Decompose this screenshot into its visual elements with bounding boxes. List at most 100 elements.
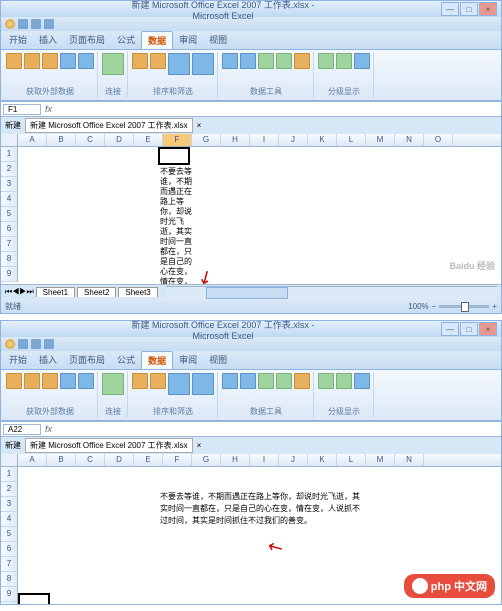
tab-layout[interactable]: 页面布局 xyxy=(63,351,111,369)
row-header[interactable]: 2 xyxy=(1,162,17,177)
web-icon[interactable] xyxy=(24,373,40,389)
office-button-icon[interactable] xyxy=(5,19,15,29)
sort-az-icon[interactable] xyxy=(132,373,148,389)
tab-view[interactable]: 视图 xyxy=(203,31,233,49)
minimize-button[interactable]: — xyxy=(441,322,459,336)
col-header[interactable]: M xyxy=(366,454,395,466)
col-header[interactable]: O xyxy=(424,134,453,146)
filter-icon[interactable] xyxy=(192,53,214,75)
undo-icon[interactable] xyxy=(31,19,41,29)
zoom-in-button[interactable]: + xyxy=(492,302,497,311)
close-button[interactable]: × xyxy=(479,322,497,336)
row-header[interactable]: 9 xyxy=(1,267,17,282)
subtotal-icon[interactable] xyxy=(354,53,370,69)
active-cell[interactable] xyxy=(158,147,190,165)
col-header[interactable]: K xyxy=(308,454,337,466)
row-header[interactable]: 1 xyxy=(1,147,17,162)
row-header[interactable]: 6 xyxy=(1,542,17,557)
dedupe-icon[interactable] xyxy=(240,53,256,69)
redo-icon[interactable] xyxy=(44,339,54,349)
col-header-selected[interactable]: F xyxy=(163,134,192,146)
row-header[interactable]: 5 xyxy=(1,207,17,222)
filter-icon[interactable] xyxy=(192,373,214,395)
close-button[interactable]: × xyxy=(479,2,497,16)
active-cell[interactable] xyxy=(18,593,50,604)
col-header[interactable]: N xyxy=(395,454,424,466)
row-header[interactable]: 5 xyxy=(1,527,17,542)
sheet-tab[interactable]: Sheet2 xyxy=(77,287,116,297)
row-header[interactable]: 1 xyxy=(1,467,17,482)
fx-icon[interactable]: fx xyxy=(45,424,52,434)
tab-formula[interactable]: 公式 xyxy=(111,31,141,49)
dedupe-icon[interactable] xyxy=(240,373,256,389)
ungroup-icon[interactable] xyxy=(336,373,352,389)
col-header[interactable]: J xyxy=(279,134,308,146)
row-header[interactable]: 2 xyxy=(1,482,17,497)
col-header[interactable]: G xyxy=(192,454,221,466)
row-header[interactable]: 3 xyxy=(1,177,17,192)
existing-conn-icon[interactable] xyxy=(78,53,94,69)
sort-icon[interactable] xyxy=(168,53,190,75)
ungroup-icon[interactable] xyxy=(336,53,352,69)
sort-az-icon[interactable] xyxy=(132,53,148,69)
col-header[interactable]: E xyxy=(134,454,163,466)
col-header[interactable]: K xyxy=(308,134,337,146)
zoom-out-button[interactable]: − xyxy=(432,302,437,311)
tab-review[interactable]: 审阅 xyxy=(173,31,203,49)
select-all-corner[interactable] xyxy=(1,454,18,466)
col-header[interactable]: M xyxy=(366,134,395,146)
access-icon[interactable] xyxy=(6,373,22,389)
row-header[interactable]: 8 xyxy=(1,572,17,587)
spreadsheet-grid[interactable]: A B C D E F G H I J K L M N O 1 2 3 4 5 … xyxy=(1,134,501,284)
col-header[interactable]: L xyxy=(337,454,366,466)
row-header[interactable]: 8 xyxy=(1,252,17,267)
tab-insert[interactable]: 插入 xyxy=(33,351,63,369)
refresh-icon[interactable] xyxy=(102,373,124,395)
tab-insert[interactable]: 插入 xyxy=(33,31,63,49)
refresh-icon[interactable] xyxy=(102,53,124,75)
select-all-corner[interactable] xyxy=(1,134,18,146)
redo-icon[interactable] xyxy=(44,19,54,29)
group-icon[interactable] xyxy=(318,53,334,69)
row-header[interactable]: 7 xyxy=(1,557,17,572)
consolidate-icon[interactable] xyxy=(276,373,292,389)
col-header[interactable]: H xyxy=(221,134,250,146)
tab-home[interactable]: 开始 xyxy=(3,31,33,49)
row-header[interactable]: 3 xyxy=(1,497,17,512)
subtotal-icon[interactable] xyxy=(354,373,370,389)
whatif-icon[interactable] xyxy=(294,373,310,389)
existing-conn-icon[interactable] xyxy=(78,373,94,389)
validation-icon[interactable] xyxy=(258,373,274,389)
row-header[interactable]: 7 xyxy=(1,237,17,252)
sort-icon[interactable] xyxy=(168,373,190,395)
other-source-icon[interactable] xyxy=(60,53,76,69)
scrollbar-thumb[interactable] xyxy=(206,287,288,299)
col-header[interactable]: J xyxy=(279,454,308,466)
row-header[interactable]: 9 xyxy=(1,587,17,602)
col-header[interactable]: D xyxy=(105,454,134,466)
row-header[interactable]: 4 xyxy=(1,192,17,207)
validation-icon[interactable] xyxy=(258,53,274,69)
row-header[interactable]: 22 xyxy=(1,602,17,604)
zoom-slider[interactable] xyxy=(439,305,489,308)
undo-icon[interactable] xyxy=(31,339,41,349)
tab-data[interactable]: 数据 xyxy=(141,351,173,369)
save-icon[interactable] xyxy=(18,339,28,349)
col-header[interactable]: I xyxy=(250,454,279,466)
col-header[interactable]: C xyxy=(76,134,105,146)
group-icon[interactable] xyxy=(318,373,334,389)
access-icon[interactable] xyxy=(6,53,22,69)
col-header[interactable]: N xyxy=(395,134,424,146)
tab-view[interactable]: 视图 xyxy=(203,351,233,369)
col-header[interactable]: E xyxy=(134,134,163,146)
sheet-nav[interactable]: ⏮◀▶⏭ xyxy=(5,287,34,297)
tab-home[interactable]: 开始 xyxy=(3,351,33,369)
consolidate-icon[interactable] xyxy=(276,53,292,69)
col-header[interactable]: B xyxy=(47,134,76,146)
doc-tab[interactable]: 新建 Microsoft Office Excel 2007 工作表.xlsx xyxy=(25,118,193,133)
col-header[interactable]: H xyxy=(221,454,250,466)
tab-formula[interactable]: 公式 xyxy=(111,351,141,369)
whatif-icon[interactable] xyxy=(294,53,310,69)
save-icon[interactable] xyxy=(18,19,28,29)
col-header[interactable]: A xyxy=(18,134,47,146)
